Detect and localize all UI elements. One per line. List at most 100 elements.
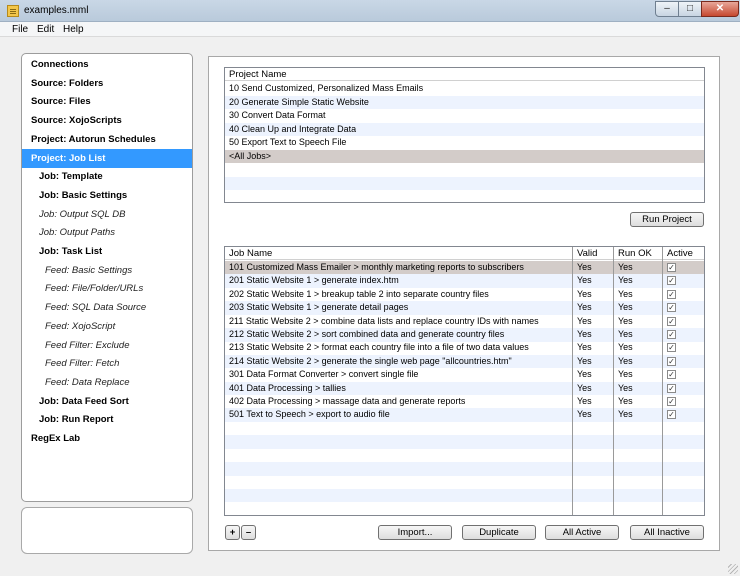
empty-row[interactable] (225, 435, 704, 449)
job-row[interactable]: 212 Static Website 2 > sort combined dat… (225, 328, 704, 342)
project-list[interactable]: Project Name 10 Send Customized, Persona… (224, 67, 705, 203)
menu-help[interactable]: Help (63, 24, 84, 35)
run-ok-cell: Yes (618, 396, 633, 406)
sidebar-item-job-output-paths[interactable]: Job: Output Paths (22, 223, 192, 242)
active-checkbox[interactable]: ✓ (667, 263, 676, 272)
active-checkbox[interactable]: ✓ (667, 289, 676, 299)
project-row[interactable]: 50 Export Text to Speech File (225, 136, 704, 150)
empty-row[interactable] (225, 163, 704, 177)
active-checkbox[interactable]: ✓ (667, 397, 676, 406)
job-row[interactable]: 211 Static Website 2 > combine data list… (225, 315, 704, 329)
close-button[interactable]: ✕ (701, 1, 739, 17)
sidebar-item-feed-data-replace[interactable]: Feed: Data Replace (22, 373, 192, 392)
sidebar-item-source-files[interactable]: Source: Files (22, 92, 192, 111)
job-name-cell: 214 Static Website 2 > generate the sing… (229, 355, 512, 366)
job-row[interactable]: 214 Static Website 2 > generate the sing… (225, 354, 704, 369)
sidebar-item-feed-filter-fetch[interactable]: Feed Filter: Fetch (22, 354, 192, 373)
all-active-button[interactable]: All Active (545, 525, 619, 540)
sidebar-item-job-template[interactable]: Job: Template (22, 167, 192, 186)
resize-grip-icon[interactable] (728, 564, 738, 574)
job-row[interactable]: 202 Static Website 1 > breakup table 2 i… (225, 288, 704, 302)
import-button[interactable]: Import... (378, 525, 452, 540)
active-checkbox[interactable]: ✓ (667, 330, 676, 339)
maximize-button[interactable]: □ (678, 1, 702, 17)
job-row[interactable]: 213 Static Website 2 > format each count… (225, 341, 704, 355)
remove-job-button[interactable]: – (241, 525, 256, 540)
empty-row[interactable] (225, 462, 704, 476)
empty-row[interactable] (225, 488, 704, 503)
menu-file[interactable]: File (12, 24, 28, 35)
column-divider[interactable] (572, 247, 573, 515)
active-checkbox[interactable]: ✓ (667, 343, 676, 353)
empty-row[interactable] (225, 176, 704, 190)
empty-row[interactable] (225, 449, 704, 463)
active-checkbox[interactable]: ✓ (667, 370, 676, 380)
job-row[interactable]: 101 Customized Mass Emailer > monthly ma… (225, 261, 704, 275)
job-row[interactable]: 201 Static Website 1 > generate index.ht… (225, 274, 704, 288)
run-project-button[interactable]: Run Project (630, 212, 704, 227)
empty-row[interactable] (225, 502, 704, 515)
job-list-header: Job Name Valid Run OK Active (225, 247, 704, 260)
job-name-cell: 301 Data Format Converter > convert sing… (229, 369, 419, 380)
empty-row[interactable] (225, 190, 704, 202)
column-header-active[interactable]: Active (667, 247, 693, 260)
sidebar-item-connections[interactable]: Connections (22, 55, 192, 74)
sidebar-item-feed-basic-settings[interactable]: Feed: Basic Settings (22, 261, 192, 280)
sidebar-item-feed-sql-data-source[interactable]: Feed: SQL Data Source (22, 298, 192, 317)
job-row[interactable]: 501 Text to Speech > export to audio fil… (225, 408, 704, 422)
sidebar-item-regex-lab[interactable]: RegEx Lab (22, 429, 192, 448)
active-checkbox[interactable]: ✓ (667, 410, 676, 420)
active-checkbox[interactable]: ✓ (667, 303, 676, 313)
title-bar: examples.mml – □ ✕ (0, 0, 740, 22)
sidebar-item-source-folders[interactable]: Source: Folders (22, 74, 192, 93)
run-ok-cell: Yes (618, 355, 633, 366)
sidebar-item-feed-file-folder-urls[interactable]: Feed: File/Folder/URLs (22, 279, 192, 298)
project-row[interactable]: 40 Clean Up and Integrate Data (225, 122, 704, 136)
job-row[interactable]: 301 Data Format Converter > convert sing… (225, 368, 704, 382)
column-header-run-ok[interactable]: Run OK (618, 247, 652, 260)
job-name-cell: 203 Static Website 1 > generate detail p… (229, 302, 409, 313)
project-row[interactable]: 10 Send Customized, Personalized Mass Em… (225, 82, 704, 96)
sidebar-item-job-output-sql-db[interactable]: Job: Output SQL DB (22, 205, 192, 224)
all-inactive-button[interactable]: All Inactive (630, 525, 704, 540)
sidebar-item-feed-filter-exclude[interactable]: Feed Filter: Exclude (22, 336, 192, 355)
valid-cell: Yes (577, 355, 592, 366)
job-name-cell: 401 Data Processing > tallies (229, 382, 346, 393)
minimize-button[interactable]: – (655, 1, 679, 17)
empty-row[interactable] (225, 422, 704, 436)
project-row[interactable]: <All Jobs> (225, 149, 704, 163)
sidebar-item-project-autorun-schedules[interactable]: Project: Autorun Schedules (22, 130, 192, 149)
empty-row[interactable] (225, 475, 704, 489)
active-checkbox[interactable]: ✓ (667, 383, 676, 393)
duplicate-button[interactable]: Duplicate (462, 525, 536, 540)
run-ok-cell: Yes (618, 288, 633, 299)
valid-cell: Yes (577, 382, 592, 393)
column-header-project-name[interactable]: Project Name (229, 68, 287, 81)
column-header-valid[interactable]: Valid (577, 247, 597, 260)
column-divider[interactable] (662, 247, 663, 515)
sidebar-item-source-xojoscripts[interactable]: Source: XojoScripts (22, 111, 192, 130)
project-row[interactable]: 30 Convert Data Format (225, 109, 704, 123)
column-divider[interactable] (613, 247, 614, 515)
sidebar-item-job-task-list[interactable]: Job: Task List (22, 242, 192, 261)
active-checkbox[interactable]: ✓ (667, 356, 676, 366)
sidebar-item-job-data-feed-sort[interactable]: Job: Data Feed Sort (22, 392, 192, 411)
menu-edit[interactable]: Edit (37, 24, 54, 35)
job-row[interactable]: 203 Static Website 1 > generate detail p… (225, 301, 704, 315)
valid-cell: Yes (577, 396, 592, 406)
project-name-cell: 30 Convert Data Format (229, 110, 326, 120)
job-list[interactable]: Job Name Valid Run OK Active 101 Customi… (224, 246, 705, 516)
active-checkbox[interactable]: ✓ (667, 316, 676, 326)
project-name-cell: 10 Send Customized, Personalized Mass Em… (229, 83, 424, 93)
run-ok-cell: Yes (618, 329, 633, 339)
active-checkbox[interactable]: ✓ (667, 276, 676, 286)
sidebar-item-project-job-list[interactable]: Project: Job List (22, 148, 192, 168)
job-row[interactable]: 401 Data Processing > tallies Yes Yes ✓ (225, 381, 704, 396)
sidebar-item-job-basic-settings[interactable]: Job: Basic Settings (22, 186, 192, 205)
add-job-button[interactable]: + (225, 525, 240, 540)
sidebar-item-job-run-report[interactable]: Job: Run Report (22, 410, 192, 429)
sidebar-item-feed-xojoscript[interactable]: Feed: XojoScript (22, 317, 192, 336)
job-row[interactable]: 402 Data Processing > massage data and g… (225, 395, 704, 409)
column-header-job-name[interactable]: Job Name (229, 247, 272, 260)
project-row[interactable]: 20 Generate Simple Static Website (225, 95, 704, 109)
